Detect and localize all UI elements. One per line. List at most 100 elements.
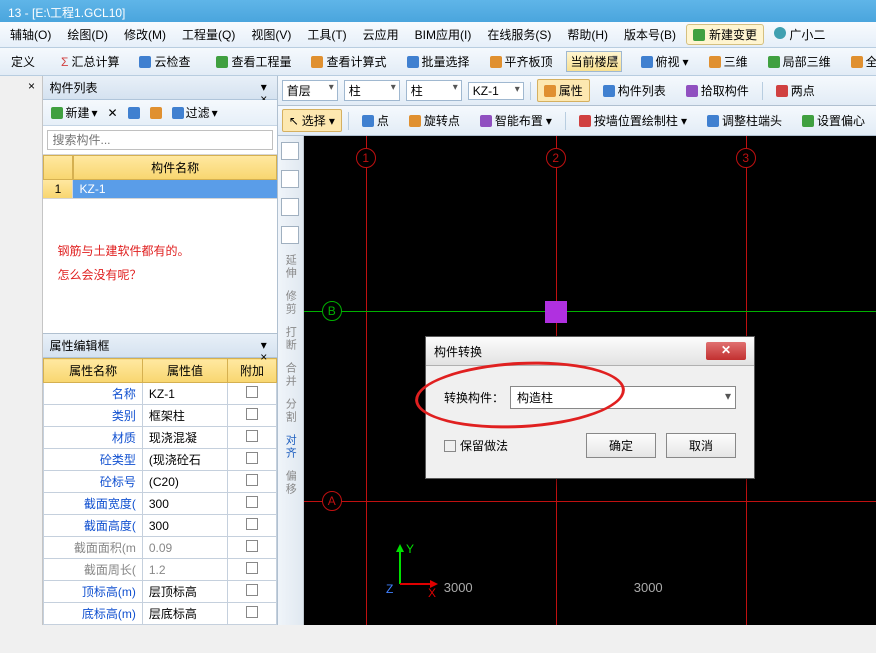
local-3d-button[interactable]: 局部三维 (761, 50, 838, 73)
prop-extra[interactable] (228, 427, 277, 449)
guang-button[interactable]: 广小二 (768, 24, 831, 45)
3d-button[interactable]: 三维 (702, 50, 755, 73)
property-row[interactable]: 截面宽度(300 (44, 493, 276, 515)
top-view-button[interactable]: 俯视 ▾ (634, 50, 696, 73)
prop-extra[interactable] (228, 449, 277, 471)
menu-quantity[interactable]: 工程量(Q) (176, 24, 241, 45)
component-list-button[interactable]: 构件列表 (596, 79, 673, 102)
prop-value[interactable]: 1.2 (142, 559, 227, 581)
rotate-point-button[interactable]: 旋转点 (402, 109, 467, 132)
smart-layout-button[interactable]: 智能布置 ▾ (473, 109, 559, 132)
side-tool[interactable] (281, 142, 299, 160)
property-row[interactable]: 材质现浇混凝 (44, 427, 276, 449)
property-row[interactable]: 截面面积(m0.09 (44, 537, 276, 559)
search-input[interactable] (47, 130, 272, 150)
side-label-break[interactable]: 打断 (282, 326, 298, 352)
keep-practice-check[interactable]: 保留做法 (444, 437, 508, 454)
prop-value[interactable]: (现浇砼石 (142, 449, 227, 471)
select-button[interactable]: ↖ 选择 ▾ (282, 109, 342, 132)
filter-button[interactable]: 过滤 ▾ (168, 103, 222, 122)
menu-help[interactable]: 帮助(H) (561, 24, 614, 45)
ok-button[interactable]: 确定 (586, 433, 656, 458)
category-dropdown[interactable]: 柱 (344, 80, 400, 101)
item-dropdown[interactable]: KZ-1 (468, 82, 524, 100)
set-offset-button[interactable]: 设置偏心 (795, 109, 872, 132)
property-row[interactable]: 砼标号(C20) (44, 471, 276, 493)
define-button[interactable]: 定义 (4, 50, 42, 73)
side-tool[interactable] (281, 198, 299, 216)
prop-value[interactable]: (C20) (142, 471, 227, 493)
side-tool[interactable] (281, 170, 299, 188)
prop-extra[interactable] (228, 493, 277, 515)
prop-extra[interactable] (228, 515, 277, 537)
view-amount-button[interactable]: 查看工程量 (209, 50, 298, 73)
subcategory-dropdown[interactable]: 柱 (406, 80, 462, 101)
adjust-end-button[interactable]: 调整柱端头 (700, 109, 789, 132)
fullscreen-button[interactable]: 全屏 (844, 50, 876, 73)
menu-online[interactable]: 在线服务(S) (481, 24, 557, 45)
point-button[interactable]: 点 (355, 109, 396, 132)
menu-bim[interactable]: BIM应用(I) (409, 24, 478, 45)
view-calc-button[interactable]: 查看计算式 (304, 50, 393, 73)
prop-value[interactable]: 0.09 (142, 537, 227, 559)
close-icon[interactable]: × (24, 80, 38, 94)
sum-calc-button[interactable]: Σ 汇总计算 (54, 50, 126, 73)
side-tool[interactable] (281, 226, 299, 244)
prop-extra[interactable] (228, 405, 277, 427)
column-marker[interactable] (545, 301, 567, 323)
prop-value[interactable]: 现浇混凝 (142, 427, 227, 449)
dialog-close-button[interactable]: ✕ (706, 342, 746, 360)
side-label-offset[interactable]: 偏移 (282, 470, 298, 496)
property-row[interactable]: 截面高度(300 (44, 515, 276, 537)
pick-component-button[interactable]: 拾取构件 (679, 79, 756, 102)
prop-extra[interactable] (228, 383, 277, 405)
prop-extra[interactable] (228, 581, 277, 603)
menu-aux-axis[interactable]: 辅轴(O) (4, 24, 57, 45)
property-row[interactable]: 类别框架柱 (44, 405, 276, 427)
copy-button[interactable] (124, 106, 144, 120)
cloud-check-button[interactable]: 云检查 (132, 50, 197, 73)
two-point-button[interactable]: 两点 (769, 79, 822, 102)
prop-value[interactable]: KZ-1 (142, 383, 227, 405)
prop-extra[interactable] (228, 603, 277, 625)
new-component-button[interactable]: 新建 ▾ (47, 103, 101, 122)
property-row[interactable]: 砼类型(现浇砼石 (44, 449, 276, 471)
floor-dropdown[interactable]: 首层 (282, 80, 338, 101)
side-label-align[interactable]: 对齐 (282, 434, 298, 460)
prop-extra[interactable] (228, 559, 277, 581)
menu-draw[interactable]: 绘图(D) (61, 24, 114, 45)
prop-value[interactable]: 框架柱 (142, 405, 227, 427)
new-change-button[interactable]: 新建变更 (686, 24, 764, 45)
side-label-merge[interactable]: 合并 (282, 362, 298, 388)
prop-extra[interactable] (228, 471, 277, 493)
paste-button[interactable] (146, 106, 166, 120)
position-draw-button[interactable]: 按墙位置绘制柱 ▾ (572, 109, 694, 132)
prop-value[interactable]: 层顶标高 (142, 581, 227, 603)
prop-extra[interactable] (228, 537, 277, 559)
close-icon[interactable]: ▾ × (257, 81, 271, 95)
prop-value[interactable]: 300 (142, 515, 227, 537)
menu-view[interactable]: 视图(V) (245, 24, 297, 45)
property-row[interactable]: 截面周长(1.2 (44, 559, 276, 581)
convert-combo[interactable]: 构造柱 (510, 386, 736, 409)
batch-select-button[interactable]: 批量选择 (400, 50, 477, 73)
menu-modify[interactable]: 修改(M) (118, 24, 172, 45)
prop-value[interactable]: 300 (142, 493, 227, 515)
cancel-button[interactable]: 取消 (666, 433, 736, 458)
side-label-trim[interactable]: 修剪 (282, 290, 298, 316)
side-label-extend[interactable]: 延伸 (282, 254, 298, 280)
prop-value[interactable]: 层底标高 (142, 603, 227, 625)
property-row[interactable]: 底标高(m)层底标高 (44, 603, 276, 625)
property-row[interactable]: 顶标高(m)层顶标高 (44, 581, 276, 603)
floor-scope-dropdown[interactable]: 当前楼层 (566, 51, 622, 72)
menu-cloud[interactable]: 云应用 (357, 24, 405, 45)
property-row[interactable]: 名称KZ-1 (44, 383, 276, 405)
component-row[interactable]: 1 KZ-1 (43, 180, 276, 199)
close-icon[interactable]: ▾ × (257, 339, 271, 353)
attributes-button[interactable]: 属性 (537, 79, 590, 102)
side-label-split[interactable]: 分割 (282, 398, 298, 424)
dialog-titlebar[interactable]: 构件转换 ✕ (426, 337, 754, 366)
align-top-button[interactable]: 平齐板顶 (483, 50, 560, 73)
menu-version[interactable]: 版本号(B) (618, 24, 682, 45)
delete-button[interactable]: ✕ (104, 105, 122, 121)
